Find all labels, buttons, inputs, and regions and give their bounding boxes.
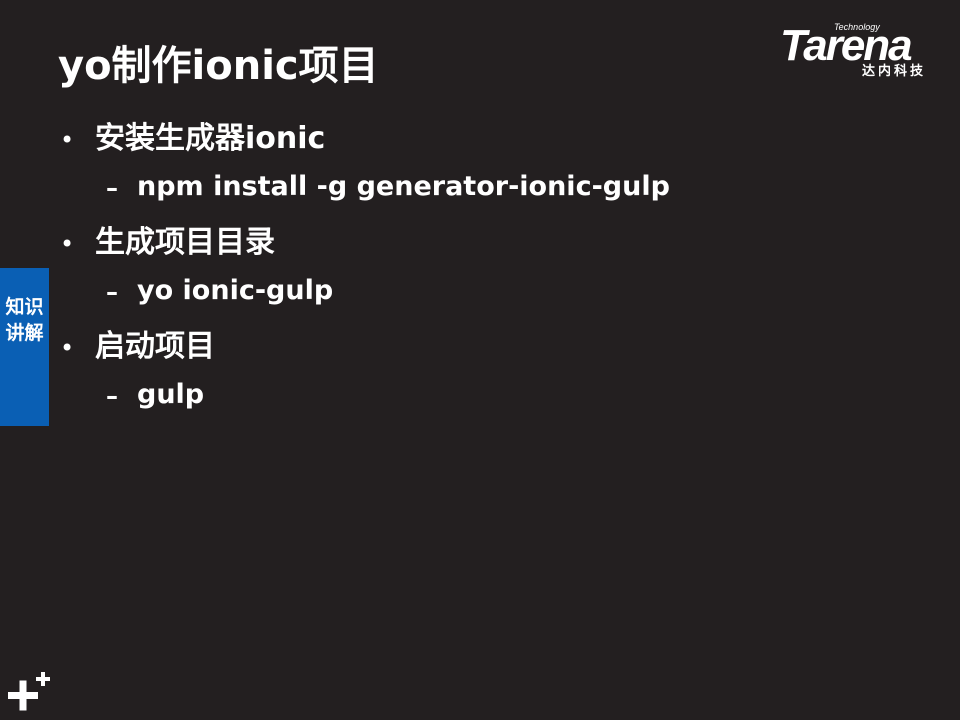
bullet-text: 安装生成器ionic	[95, 121, 326, 156]
sub-bullet-text: yo ionic-gulp	[137, 275, 334, 306]
plus-logo-icon	[8, 672, 50, 711]
sub-bullet-text: gulp	[137, 379, 205, 410]
bullet-dot-icon: •	[60, 230, 75, 258]
slide-content: • 安装生成器ionic – npm install -g generator-…	[58, 118, 938, 430]
bullet-item: • 启动项目	[58, 326, 938, 370]
sub-bullet-item: – gulp	[58, 370, 938, 430]
sub-bullet-item: – yo ionic-gulp	[58, 266, 938, 326]
dash-icon: –	[106, 382, 118, 410]
bullet-item: • 安装生成器ionic	[58, 118, 938, 162]
section-tab: 知识讲解	[0, 268, 49, 426]
section-tab-label: 知识讲解	[5, 296, 44, 344]
bullet-text: 生成项目目录	[95, 225, 275, 260]
tarena-logo: Technology Tarena 达内科技	[780, 22, 946, 82]
bullet-dot-icon: •	[60, 334, 75, 362]
slide-title: yo制作ionic项目	[58, 43, 379, 89]
bullet-item: • 生成项目目录	[58, 222, 938, 266]
sub-bullet-text: npm install -g generator-ionic-gulp	[137, 171, 670, 202]
logo-chinese-name: 达内科技	[862, 64, 927, 79]
logo-brand: Tarena	[780, 21, 913, 70]
sub-bullet-item: – npm install -g generator-ionic-gulp	[58, 162, 938, 222]
dash-icon: –	[106, 278, 118, 306]
dash-icon: –	[106, 174, 118, 202]
bullet-dot-icon: •	[60, 126, 75, 154]
bullet-text: 启动项目	[95, 329, 215, 364]
